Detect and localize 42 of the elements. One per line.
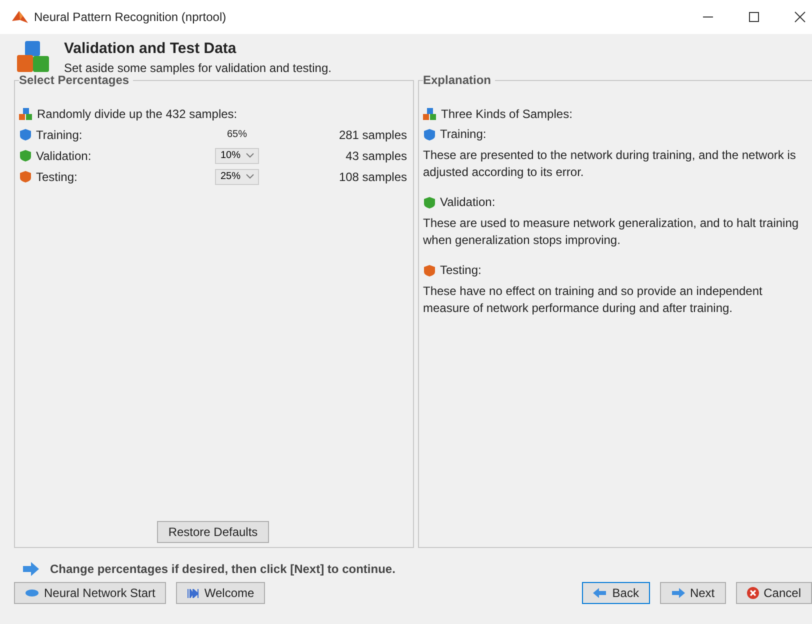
cancel-button[interactable]: Cancel: [736, 582, 812, 604]
sample-count: 108 samples: [338, 170, 407, 184]
blocks-icon: [19, 108, 33, 120]
percent-text: 65%: [226, 129, 247, 140]
welcome-button[interactable]: Welcome: [176, 582, 266, 604]
section-heading: Validation:: [440, 195, 496, 209]
page-subtitle: Set aside some samples for validation and testing.: [64, 61, 332, 75]
arrow-right-icon: [670, 588, 685, 598]
arrow-left-icon: [593, 588, 608, 598]
sample-count: 43 samples: [346, 148, 407, 162]
close-circle-icon: [746, 587, 759, 599]
explanation-text: These are used to measure network generalization, and to halt training when generalization stops improving.: [423, 215, 800, 249]
blocks-icon: [423, 108, 437, 120]
panel-title: Select Percentages: [19, 73, 134, 87]
section-heading: Training:: [440, 127, 486, 141]
intro-text: Randomly divide up the 432 samples:: [37, 107, 238, 121]
page-title: Validation and Test Data: [64, 40, 238, 57]
close-icon[interactable]: [794, 11, 806, 23]
row-label: Validation:: [36, 148, 92, 162]
explanation-text: These are presented to the network during training, and the network is adjusted according to its error.: [423, 147, 797, 181]
chevron-down-icon: [246, 174, 254, 179]
restore-defaults-button[interactable]: Restore Defaults: [157, 521, 269, 543]
oval-icon: [25, 589, 39, 597]
next-button[interactable]: Next: [660, 582, 726, 604]
neural-network-start-button[interactable]: Neural Network Start: [14, 582, 166, 604]
percent-dropdown[interactable]: 25%: [215, 168, 258, 184]
panel-title: Explanation: [423, 73, 496, 87]
percent-dropdown[interactable]: 10%: [215, 148, 258, 164]
chevron-down-icon: [246, 153, 254, 158]
arrow-right-icon: [22, 562, 40, 576]
back-button[interactable]: Back: [582, 582, 650, 604]
intro-text: Three Kinds of Samples:: [441, 107, 572, 121]
app-logo-icon: [12, 10, 28, 24]
window-title: Neural Pattern Recognition (nprtool): [34, 10, 226, 24]
hint-text: Change percentages if desired, then click [Next] to continue.: [50, 562, 396, 576]
maximize-icon[interactable]: [748, 11, 760, 23]
explanation-text: These have no effect on training and so provide an independent measure of network performance during and after training.: [423, 283, 764, 317]
section-heading: Testing:: [440, 263, 482, 277]
skip-forward-icon: [187, 588, 200, 598]
sample-count: 281 samples: [338, 128, 407, 142]
row-label: Training:: [36, 128, 82, 142]
row-label: Testing:: [36, 170, 78, 184]
